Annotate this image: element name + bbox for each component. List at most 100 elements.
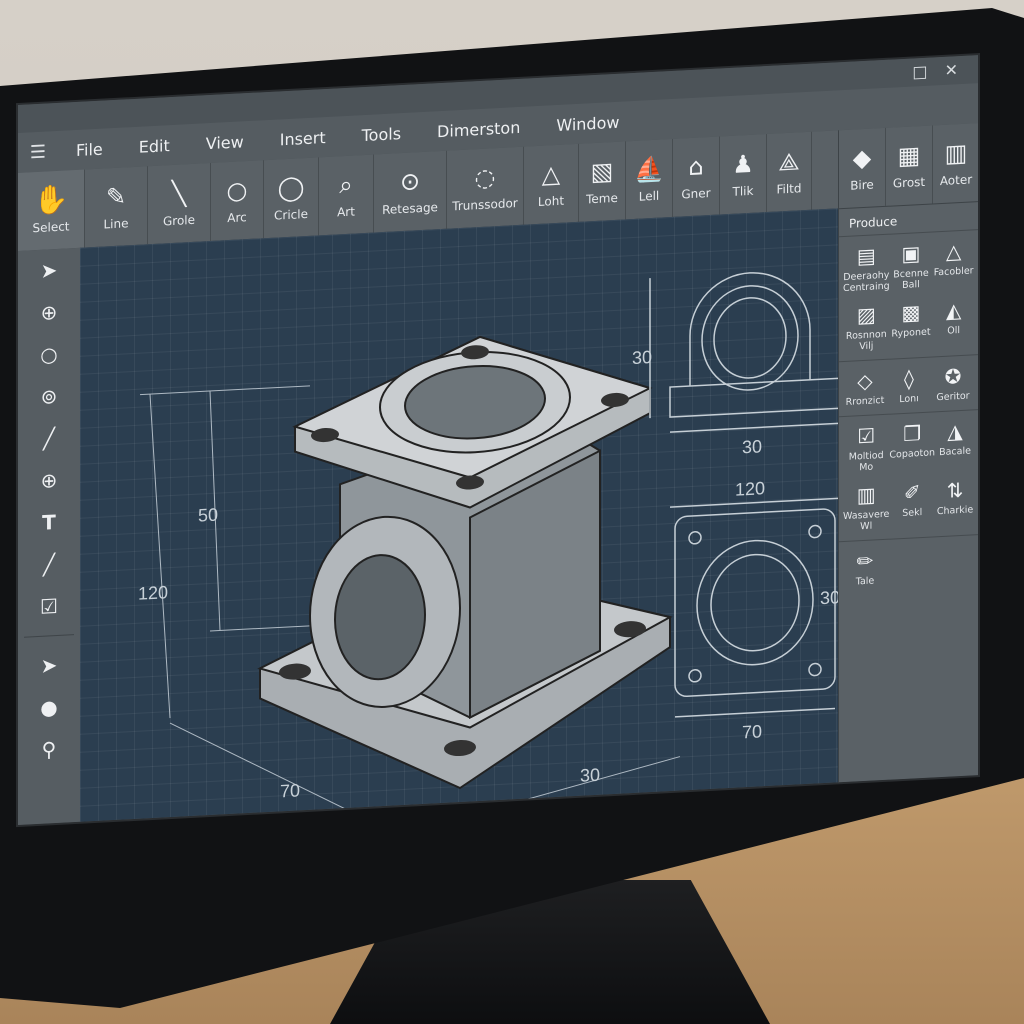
panel-tool-moltiod[interactable]: ☑ Moltiod Mo [843, 423, 889, 474]
tool-tlik[interactable]: ♟ Tlik [720, 134, 767, 215]
tool-gner[interactable]: ⌂ Gner [673, 136, 720, 217]
checkbox-icon[interactable]: ☑ [18, 584, 80, 629]
menu-view[interactable]: View [188, 131, 262, 154]
arrow-pointer-icon[interactable]: ➤ [18, 248, 80, 293]
menu-window[interactable]: Window [538, 111, 637, 135]
tool-grole[interactable]: ╲ Grole [148, 162, 211, 245]
right-tool-panel: ◆ Bire ▦ Grost ▥ Aoter Produce ▤ Deeraohy Ce… [838, 123, 978, 783]
tool-label: Lell [638, 188, 660, 204]
panel-tool-centering[interactable]: ▤ Deeraohy Centraing [843, 243, 890, 294]
panel-group-3: ☑ Moltiod Mo ❐ Copaoton ◮ Bacale ▥ Wasavere … [839, 410, 978, 543]
magnifier-icon: ⌕ [339, 170, 353, 200]
panel-tool-oll[interactable]: ◭ Oll [932, 297, 975, 348]
rhombus-icon: ◊ [904, 366, 914, 391]
circle-outline-icon[interactable]: ○ [18, 332, 80, 377]
panel-tool-copaoton[interactable]: ❐ Copaoton [889, 420, 935, 471]
menu-insert[interactable]: Insert [262, 127, 344, 150]
panel-tool-label: Ryponet [891, 326, 931, 340]
menu-tools[interactable]: Tools [344, 123, 419, 146]
filled-dot-icon[interactable]: ● [18, 685, 80, 730]
panel-group-4: ✏ Tale [839, 535, 978, 596]
panel-tool-label: Bcenne Ball [893, 267, 929, 292]
panel-tool-label: Copaoton [889, 447, 936, 461]
tool-label: Arc [227, 210, 247, 226]
separator [24, 634, 74, 638]
arrow-select-icon[interactable]: ➤ [18, 643, 80, 688]
tool-lell[interactable]: ⛵ Lell [626, 138, 673, 220]
tool-filtd[interactable]: ⟁ Filtd [767, 131, 812, 213]
tool-trunssodor[interactable]: ◌ Trunssodor [447, 146, 524, 229]
window-controls[interactable]: □ ✕ [912, 60, 964, 82]
grid-shapes-icon: ▦ [897, 141, 921, 171]
panel-group-2: ◇ Rronzict ◊ Lonı ✪ Geritor [839, 355, 978, 418]
hamburger-menu-icon[interactable]: ☰ [18, 140, 58, 163]
menu-file[interactable]: File [58, 138, 121, 160]
tool-label: Art [337, 204, 355, 220]
top-view [670, 497, 838, 718]
menu-dimension[interactable]: Dimerston [419, 116, 538, 141]
panel-tool-ball[interactable]: ▣ Bcenne Ball [890, 240, 933, 291]
sail-icon: ⛵ [634, 154, 664, 184]
gear-circle-icon: ✪ [944, 363, 962, 389]
triangle-warning-icon: △ [541, 159, 561, 189]
tool-teme[interactable]: ▧ Teme [579, 141, 626, 222]
panel-tool-label: Moltiod Mo [848, 449, 884, 474]
pen-line-icon[interactable]: ╱ [18, 416, 80, 461]
tool-select[interactable]: ✋ Select [18, 169, 85, 251]
line-pen-icon: ✎ [105, 182, 127, 212]
panel-tool-wasavere[interactable]: ▥ Wasavere Wl [843, 482, 889, 533]
cad-application-window: □ ✕ ☰ File Edit View Insert Tools Dimers… [18, 55, 978, 825]
menu-edit[interactable]: Edit [121, 135, 188, 157]
tool-aoter[interactable]: ▥ Aoter [933, 123, 978, 203]
target-circle-icon[interactable]: ⊚ [18, 374, 80, 419]
panel-tool-charkie[interactable]: ⇅ Charkie [935, 477, 975, 528]
panel-tool-label: Rronzict [845, 394, 885, 408]
roof-icon: ⌂ [688, 152, 704, 182]
tool-line[interactable]: ✎ Line [85, 166, 148, 248]
page-edit-icon: ▣ [901, 241, 921, 267]
slash-line-icon[interactable]: ╱ [18, 542, 80, 587]
blocks-icon: ▥ [944, 138, 968, 168]
panel-tool-loni[interactable]: ◊ Lonı [887, 366, 931, 406]
tool-circle[interactable]: ◯ Cricle [264, 157, 319, 239]
tool-label: Aoter [939, 172, 973, 189]
drawing-canvas[interactable]: 120 50 70 30 30 30 120 30 70 [80, 208, 838, 822]
panel-tool-rosnnon[interactable]: ▨ Rosnnon Vilj [843, 302, 890, 353]
cad-drawing: 120 50 70 30 30 30 120 30 70 [138, 272, 838, 822]
panel-tool-label: Rosnnon Vilj [845, 328, 887, 353]
search-icon[interactable]: ⚲ [18, 727, 80, 772]
crosshair-circle-icon[interactable]: ⊕ [18, 290, 80, 335]
tool-art[interactable]: ⌕ Art [319, 154, 374, 236]
dim-side-height: 30 [632, 347, 652, 368]
side-view [649, 272, 838, 433]
pin-icon: ⇅ [946, 477, 964, 503]
tool-grost[interactable]: ▦ Grost [886, 125, 933, 206]
panel-tool-bacale[interactable]: ◮ Bacale [935, 418, 975, 469]
dim-side-width: 30 [742, 436, 762, 457]
document-flag-icon: ▧ [590, 157, 614, 187]
zoom-in-icon[interactable]: ⊕ [18, 458, 80, 503]
left-toolbar: ➤ ⊕ ○ ⊚ ╱ ⊕ T ╱ ☑ ➤ ● ⚲ [18, 247, 81, 825]
panel-tool-sekl[interactable]: ✐ Sekl [889, 479, 935, 530]
tool-retesage[interactable]: ⊙ Retesage [374, 150, 447, 233]
panel-tool-label: Wasavere Wl [843, 508, 890, 533]
sail-small-icon: ◭ [945, 297, 962, 323]
select-hand-icon: ✋ [33, 182, 69, 218]
panel-tool-tale[interactable]: ✏ Tale [843, 548, 887, 588]
tool-label: Gner [681, 185, 711, 202]
panel-tool-label: Tale [855, 575, 875, 588]
tool-label: Line [103, 216, 129, 232]
tool-bire[interactable]: ◆ Bire [839, 127, 886, 209]
tool-arc[interactable]: ○ Arc [211, 160, 264, 241]
tool-loht[interactable]: △ Loht [524, 143, 579, 225]
dim-top-side: 30 [820, 587, 838, 608]
panel-tool-geritor[interactable]: ✪ Geritor [931, 363, 975, 403]
panel-tool-label: Geritor [936, 390, 970, 404]
panel-tool-facobler[interactable]: △ Facobler [932, 238, 975, 289]
tool-label: Teme [586, 190, 618, 207]
triangle-outline-icon: △ [945, 238, 962, 264]
panel-tool-rronzict[interactable]: ◇ Rronzict [843, 368, 887, 408]
text-tool-icon[interactable]: T [18, 500, 80, 545]
panel-tool-ryponet[interactable]: ▩ Ryponet [890, 299, 933, 350]
tool-label: Bire [850, 177, 874, 193]
